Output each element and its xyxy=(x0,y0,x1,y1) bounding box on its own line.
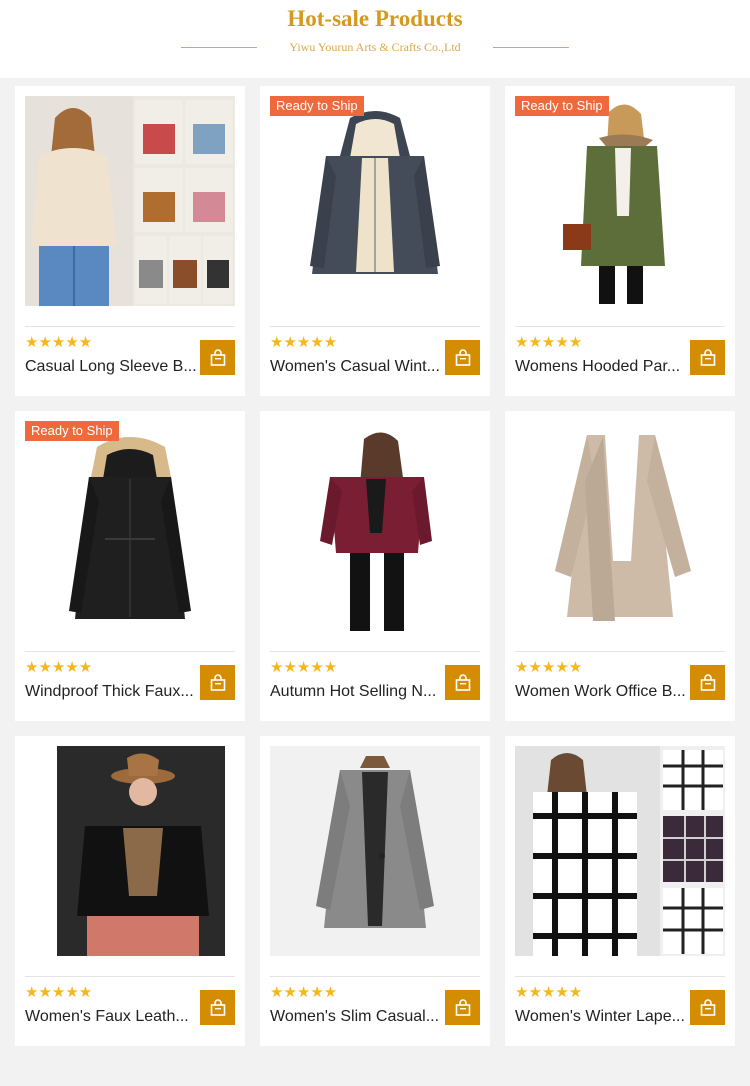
product-image[interactable] xyxy=(515,746,725,956)
star-rating: ★★★★★ xyxy=(270,984,338,1001)
card-divider xyxy=(25,326,235,327)
card-divider xyxy=(515,651,725,652)
shopping-bag-icon xyxy=(210,673,225,691)
product-card[interactable]: Ready to Ship ★★★★★ Womens Hooded Par... xyxy=(505,86,735,396)
shopping-bag-button[interactable] xyxy=(445,990,480,1025)
card-divider xyxy=(515,326,725,327)
product-name[interactable]: Autumn Hot Selling N... xyxy=(270,681,445,703)
shopping-bag-button[interactable] xyxy=(445,665,480,700)
card-divider xyxy=(515,976,725,977)
section-header: Hot-sale Products Yiwu Yourun Arts & Cra… xyxy=(0,0,750,78)
product-name[interactable]: Women's Slim Casual... xyxy=(270,1006,445,1028)
shopping-bag-icon xyxy=(455,998,470,1016)
product-image[interactable] xyxy=(25,96,235,306)
shopping-bag-icon xyxy=(700,998,715,1016)
card-divider xyxy=(25,651,235,652)
product-name[interactable]: Windproof Thick Faux... xyxy=(25,681,200,703)
product-image[interactable] xyxy=(270,421,480,631)
card-divider xyxy=(270,976,480,977)
product-card[interactable]: ★★★★★ Women's Slim Casual... xyxy=(260,736,490,1046)
ready-to-ship-badge: Ready to Ship xyxy=(25,421,119,441)
shopping-bag-button[interactable] xyxy=(200,665,235,700)
shopping-bag-icon xyxy=(210,998,225,1016)
shopping-bag-icon xyxy=(700,673,715,691)
product-image[interactable] xyxy=(25,421,235,631)
product-card[interactable]: ★★★★★ Autumn Hot Selling N... xyxy=(260,411,490,721)
product-card[interactable]: ★★★★★ Casual Long Sleeve B... xyxy=(15,86,245,396)
product-card[interactable]: ★★★★★ Women's Winter Lape... xyxy=(505,736,735,1046)
ready-to-ship-badge: Ready to Ship xyxy=(515,96,609,116)
shopping-bag-button[interactable] xyxy=(200,990,235,1025)
star-rating: ★★★★★ xyxy=(270,659,338,676)
shopping-bag-icon xyxy=(455,348,470,366)
star-rating: ★★★★★ xyxy=(25,334,93,351)
card-divider xyxy=(270,326,480,327)
shopping-bag-button[interactable] xyxy=(690,340,725,375)
product-name[interactable]: Women's Faux Leath... xyxy=(25,1006,200,1028)
product-name[interactable]: Women Work Office B... xyxy=(515,681,690,703)
star-rating: ★★★★★ xyxy=(515,334,583,351)
card-divider xyxy=(270,651,480,652)
product-image[interactable] xyxy=(270,746,480,956)
star-rating: ★★★★★ xyxy=(515,659,583,676)
product-card[interactable]: Ready to Ship ★★★★★ Windproof Thick Faux… xyxy=(15,411,245,721)
product-name[interactable]: Women's Casual Wint... xyxy=(270,356,445,378)
section-title: Hot-sale Products xyxy=(287,6,463,31)
star-rating: ★★★★★ xyxy=(25,659,93,676)
star-rating: ★★★★★ xyxy=(515,984,583,1001)
star-rating: ★★★★★ xyxy=(270,334,338,351)
shopping-bag-button[interactable] xyxy=(200,340,235,375)
shopping-bag-icon xyxy=(700,348,715,366)
star-rating: ★★★★★ xyxy=(25,984,93,1001)
company-subtitle: Yiwu Yourun Arts & Crafts Co.,Ltd xyxy=(289,40,461,54)
product-name[interactable]: Casual Long Sleeve B... xyxy=(25,356,200,378)
card-divider xyxy=(25,976,235,977)
product-image[interactable] xyxy=(515,96,725,306)
shopping-bag-icon xyxy=(210,348,225,366)
product-image[interactable] xyxy=(25,746,235,956)
shopping-bag-icon xyxy=(455,673,470,691)
product-card[interactable]: ★★★★★ Women's Faux Leath... xyxy=(15,736,245,1046)
product-card[interactable]: Ready to Ship ★★★★★ Women's Casual Wint.… xyxy=(260,86,490,396)
product-name[interactable]: Women's Winter Lape... xyxy=(515,1006,690,1028)
shopping-bag-button[interactable] xyxy=(690,990,725,1025)
title-divider-right xyxy=(493,47,569,48)
product-image[interactable] xyxy=(270,96,480,306)
product-name[interactable]: Womens Hooded Par... xyxy=(515,356,690,378)
product-image[interactable] xyxy=(515,421,725,631)
product-card[interactable]: ★★★★★ Women Work Office B... xyxy=(505,411,735,721)
shopping-bag-button[interactable] xyxy=(690,665,725,700)
shopping-bag-button[interactable] xyxy=(445,340,480,375)
ready-to-ship-badge: Ready to Ship xyxy=(270,96,364,116)
